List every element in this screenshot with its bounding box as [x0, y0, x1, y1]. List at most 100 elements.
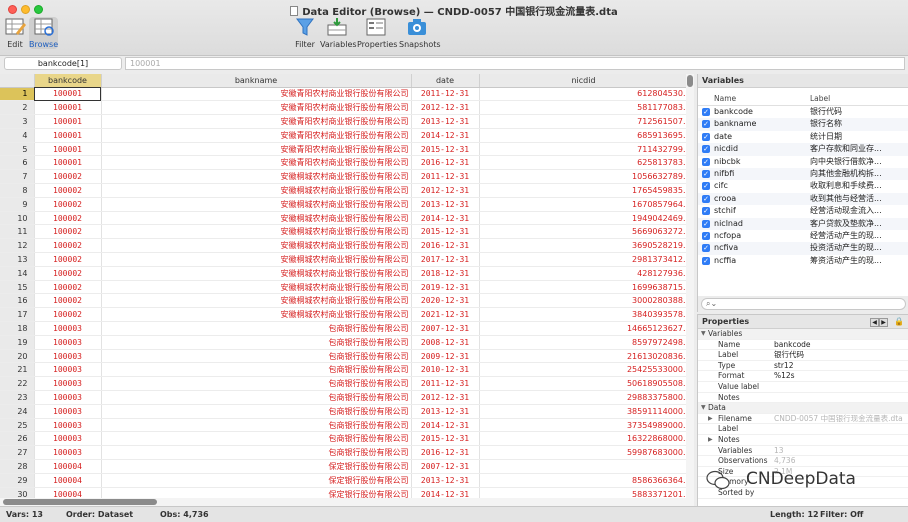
column-header-date[interactable]: date — [411, 74, 480, 88]
row-number[interactable]: 16 — [0, 293, 35, 309]
variable-row[interactable]: ✓ date 统计日期 — [698, 131, 908, 143]
cell-bankname[interactable]: 安徽青阳农村商业银行股份有限公司 — [101, 100, 412, 116]
row-number[interactable]: 17 — [0, 307, 35, 323]
table-row[interactable]: 16 100002 安徽桐城农村商业银行股份有限公司 2020-12-31 300028… — [0, 293, 689, 309]
variable-row[interactable]: ✓ niclnad 客户贷款及垫款净... — [698, 217, 908, 230]
table-row[interactable]: 17 100002 安徽桐城农村商业银行股份有限公司 2021-12-31 384039… — [0, 307, 689, 323]
cell-bankname[interactable]: 包商银行股份有限公司 — [101, 376, 412, 392]
cell-nicdid[interactable]: 711432799. — [479, 142, 689, 157]
row-number[interactable]: 26 — [0, 431, 35, 447]
variable-row[interactable]: ✓ nifbfi 向其他金融机构拆... — [698, 167, 908, 181]
cell-bankname[interactable]: 安徽青阳农村商业银行股份有限公司 — [101, 114, 412, 129]
cell-date[interactable]: 2014-12-31 — [411, 211, 480, 226]
cell-bankcode[interactable]: 100002 — [34, 197, 102, 212]
table-row[interactable]: 29 100004 保定银行股份有限公司 2013-12-31 8586366364. — [0, 473, 689, 488]
cell-date[interactable]: 2021-12-31 — [411, 307, 480, 323]
cell-nicdid[interactable]: 14665123627. — [479, 321, 689, 336]
cell-bankname[interactable]: 包商银行股份有限公司 — [101, 431, 412, 447]
cell-bankcode[interactable]: 100003 — [34, 362, 102, 378]
table-row[interactable]: 24 100003 包商银行股份有限公司 2013-12-31 38591114000. — [0, 404, 689, 419]
cell-bankcode[interactable]: 100002 — [34, 266, 102, 281]
table-row[interactable]: 28 100004 保定银行股份有限公司 2007-12-31 — [0, 459, 689, 474]
cell-bankcode[interactable]: 100003 — [34, 431, 102, 447]
cell-bankcode[interactable]: 100001 — [34, 87, 102, 102]
expand-triangle-icon[interactable]: ▶ — [708, 435, 713, 446]
cell-reference-field[interactable]: bankcode[1] — [4, 57, 122, 70]
row-number[interactable]: 13 — [0, 252, 35, 267]
cell-date[interactable]: 2020-12-31 — [411, 293, 480, 309]
row-number[interactable]: 27 — [0, 445, 35, 461]
cell-nicdid[interactable]: 3840393578. — [479, 307, 689, 323]
variable-row[interactable]: ✓ nicdid 客户存款和同业存... — [698, 143, 908, 156]
row-number[interactable]: 22 — [0, 376, 35, 392]
variable-row[interactable]: ✓ cifc 收取利息和手续费... — [698, 180, 908, 192]
cell-date[interactable]: 2018-12-31 — [411, 266, 480, 281]
checkbox-checked-icon[interactable]: ✓ — [702, 145, 710, 154]
cell-bankname[interactable]: 保定银行股份有限公司 — [101, 487, 412, 498]
property-row[interactable]: Variables 13 — [698, 446, 908, 457]
cell-bankcode[interactable]: 100004 — [34, 473, 102, 488]
cell-date[interactable]: 2007-12-31 — [411, 321, 480, 336]
cell-bankcode[interactable]: 100002 — [34, 238, 102, 254]
expand-triangle-icon[interactable]: ▶ — [708, 414, 713, 425]
cell-bankcode[interactable]: 100001 — [34, 114, 102, 129]
property-row[interactable]: Name bankcode — [698, 340, 908, 351]
table-row[interactable]: 3 100001 安徽青阳农村商业银行股份有限公司 2013-12-31 7125615… — [0, 114, 689, 129]
cell-bankname[interactable]: 安徽桐城农村商业银行股份有限公司 — [101, 266, 412, 281]
row-number[interactable]: 14 — [0, 266, 35, 281]
table-row[interactable]: 20 100003 包商银行股份有限公司 2009-12-31 21613020836. — [0, 349, 689, 364]
checkbox-checked-icon[interactable]: ✓ — [702, 244, 710, 253]
cell-date[interactable]: 2014-12-31 — [411, 418, 480, 433]
variable-row[interactable]: ✓ bankname 银行名称 — [698, 118, 908, 131]
row-number[interactable]: 18 — [0, 321, 35, 336]
cell-bankcode[interactable]: 100003 — [34, 404, 102, 419]
snapshots-tool-button[interactable]: Snapshots — [399, 17, 441, 49]
cell-bankcode[interactable]: 100003 — [34, 376, 102, 392]
row-number[interactable]: 11 — [0, 224, 35, 240]
horizontal-scrollbar[interactable] — [0, 498, 694, 506]
cell-date[interactable]: 2016-12-31 — [411, 238, 480, 254]
cell-bankname[interactable]: 安徽桐城农村商业银行股份有限公司 — [101, 224, 412, 240]
cell-bankname[interactable]: 包商银行股份有限公司 — [101, 321, 412, 336]
row-number[interactable]: 4 — [0, 128, 35, 143]
cell-date[interactable]: 2008-12-31 — [411, 335, 480, 350]
row-number[interactable]: 28 — [0, 459, 35, 474]
cell-date[interactable]: 2011-12-31 — [411, 376, 480, 392]
row-number[interactable]: 15 — [0, 280, 35, 295]
table-row[interactable]: 19 100003 包商银行股份有限公司 2008-12-31 8597972498. — [0, 335, 689, 350]
cell-bankname[interactable]: 包商银行股份有限公司 — [101, 362, 412, 378]
cell-bankcode[interactable]: 100003 — [34, 321, 102, 336]
cell-bankcode[interactable]: 100003 — [34, 418, 102, 433]
cell-nicdid[interactable] — [479, 459, 689, 474]
property-row[interactable]: Label — [698, 424, 908, 435]
cell-bankname[interactable]: 包商银行股份有限公司 — [101, 445, 412, 461]
next-variable-icon[interactable]: ▶ — [879, 318, 888, 327]
cell-bankname[interactable]: 安徽桐城农村商业银行股份有限公司 — [101, 280, 412, 295]
row-number[interactable]: 10 — [0, 211, 35, 226]
row-number[interactable]: 12 — [0, 238, 35, 254]
table-row[interactable]: 2 100001 安徽青阳农村商业银行股份有限公司 2012-12-31 5811770… — [0, 100, 689, 116]
checkbox-checked-icon[interactable]: ✓ — [702, 132, 710, 141]
row-number[interactable]: 21 — [0, 362, 35, 378]
table-row[interactable]: 12 100002 安徽桐城农村商业银行股份有限公司 2016-12-31 369052… — [0, 238, 689, 254]
table-row[interactable]: 30 100004 保定银行股份有限公司 2014-12-31 5883371201. — [0, 487, 689, 498]
checkbox-checked-icon[interactable]: ✓ — [702, 219, 710, 228]
cell-nicdid[interactable]: 5669063272. — [479, 224, 689, 240]
cell-bankname[interactable]: 安徽桐城农村商业银行股份有限公司 — [101, 252, 412, 267]
cell-bankcode[interactable]: 100003 — [34, 390, 102, 405]
column-header-bankname[interactable]: bankname — [101, 74, 412, 88]
table-row[interactable]: 5 100001 安徽青阳农村商业银行股份有限公司 2015-12-31 7114327… — [0, 142, 689, 157]
table-row[interactable]: 9 100002 安徽桐城农村商业银行股份有限公司 2013-12-31 1670857… — [0, 197, 689, 212]
cell-nicdid[interactable]: 8586366364. — [479, 473, 689, 488]
cell-bankname[interactable]: 安徽桐城农村商业银行股份有限公司 — [101, 211, 412, 226]
data-grid[interactable]: bankcode bankname date nicdid 1 100001 安徽青… — [0, 74, 694, 498]
properties-variables-section[interactable]: ▼ Variables — [698, 329, 908, 340]
cell-nicdid[interactable]: 37354989000. — [479, 418, 689, 433]
cell-date[interactable]: 2013-12-31 — [411, 473, 480, 488]
row-number[interactable]: 25 — [0, 418, 35, 433]
variables-name-header[interactable]: Name — [714, 94, 736, 103]
property-row[interactable]: Type str12 — [698, 361, 908, 372]
property-row[interactable]: Value label — [698, 382, 908, 393]
checkbox-checked-icon[interactable]: ✓ — [702, 120, 710, 129]
cell-nicdid[interactable]: 2981373412. — [479, 252, 689, 267]
